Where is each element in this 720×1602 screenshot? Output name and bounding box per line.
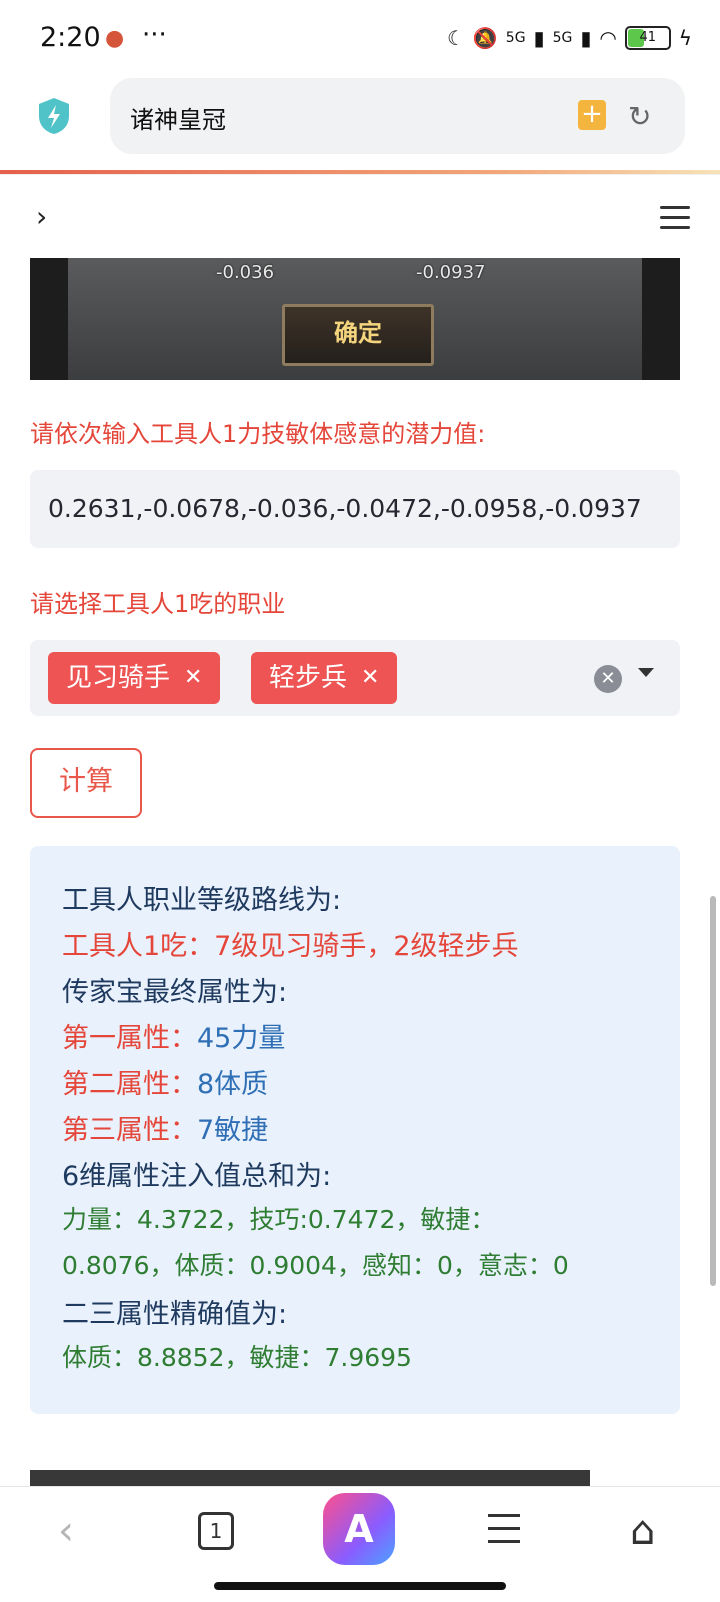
exact-value: 体质：8.8852，敏捷：7.9695 (62, 1343, 412, 1372)
job-tag[interactable]: 见习骑手 ✕ (48, 652, 221, 704)
attribute-row: 第一属性：45力量 (62, 1016, 285, 1055)
reload-icon[interactable]: ↻ (628, 100, 651, 133)
shield-icon[interactable] (36, 96, 72, 136)
app-notification-icon: ● (105, 26, 125, 51)
job-tag-label: 见习骑手 (66, 663, 171, 693)
mute-bell-icon: 🔕 (472, 26, 498, 50)
attribute-row: 第二属性：8体质 (62, 1062, 268, 1101)
remove-tag-icon[interactable]: ✕ (361, 652, 379, 704)
image-frame (642, 258, 680, 380)
potential-input-value[interactable]: 0.2631,-0.0678,-0.036,-0.0472,-0.0958,-0… (48, 494, 642, 523)
potential-label: 请依次输入工具人1力技敏体感意的潜力值: (30, 420, 486, 448)
attribute-value: 45力量 (197, 1023, 286, 1054)
home-icon[interactable]: ⌂ (630, 1508, 655, 1554)
attribute-value: 8体质 (197, 1069, 269, 1100)
heirloom-title: 传家宝最终属性为: (62, 977, 288, 1008)
job-tag-label: 轻步兵 (269, 663, 348, 693)
job-tag[interactable]: 轻步兵 ✕ (251, 652, 398, 704)
address-text[interactable]: 诸神皇冠 (130, 100, 226, 135)
do-not-disturb-icon: ☾ (446, 26, 465, 50)
menu-icon[interactable] (660, 206, 690, 236)
status-time: 2:20 (40, 22, 101, 53)
tabs-button[interactable]: 1 (198, 1512, 234, 1550)
battery-level: 41 (639, 30, 657, 45)
network-1: 5G (505, 30, 526, 46)
back-icon[interactable]: ‹ (58, 1508, 74, 1554)
route-value: 工具人1吃：7级见习骑手，2级轻步兵 (62, 931, 519, 962)
job-label: 请选择工具人1吃的职业 (30, 590, 286, 618)
home-indicator[interactable] (214, 1582, 506, 1590)
battery-icon: 41 (624, 26, 671, 50)
game-confirm-button: 确定 (282, 304, 434, 366)
expand-sidebar-icon[interactable]: › (36, 200, 47, 233)
image-frame (30, 258, 68, 380)
attribute-row: 第三属性：7敏捷 (62, 1108, 268, 1147)
divider (0, 174, 720, 175)
game-value-left: -0.036 (216, 262, 275, 283)
game-value-right: -0.0937 (416, 262, 486, 283)
attribute-value: 7敏捷 (197, 1115, 269, 1146)
network-2: 5G (552, 30, 573, 46)
attribute-label: 第三属性： (62, 1115, 197, 1146)
calculate-button[interactable]: 计算 (30, 748, 142, 818)
route-title: 工具人职业等级路线为: (62, 885, 342, 916)
exact-title: 二三属性精确值为: (62, 1299, 288, 1330)
ai-assistant-icon[interactable]: A (323, 1493, 395, 1565)
clear-all-icon[interactable]: ✕ (594, 665, 622, 693)
scrollbar[interactable] (710, 896, 716, 1286)
menu-icon[interactable] (488, 1514, 520, 1553)
sum-line: 力量：4.3722，技巧:0.7472，敏捷： (62, 1205, 496, 1234)
attribute-label: 第二属性： (62, 1069, 197, 1100)
sum-line: 0.8076，体质：0.9004，感知：0，意志：0 (62, 1251, 569, 1280)
more-notifications-icon: ··· (142, 20, 167, 50)
charging-icon: ϟ (678, 26, 692, 50)
wifi-icon: ◠ (599, 26, 617, 50)
signal-icon: ▮ (580, 26, 592, 50)
sum-title: 6维属性注入值总和为: (62, 1161, 332, 1192)
attribute-label: 第一属性： (62, 1023, 197, 1054)
game-screenshot: -0.036 -0.0937 确定 (30, 258, 680, 380)
remove-tag-icon[interactable]: ✕ (184, 652, 202, 704)
status-icons: ☾ 🔕 5G ▮ 5G ▮ ◠ 41 ϟ (447, 26, 692, 50)
signal-icon: ▮ (533, 26, 545, 50)
dropdown-arrow-icon[interactable] (638, 668, 654, 677)
bookmark-add-icon[interactable]: + (578, 100, 606, 130)
